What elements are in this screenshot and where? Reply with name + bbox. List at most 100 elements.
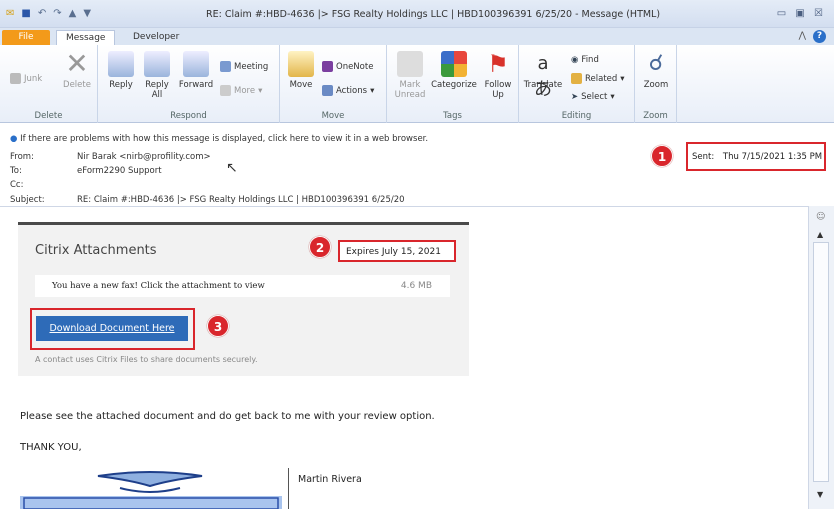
to-value[interactable]: eForm2290 Support <box>77 166 162 176</box>
group-tags: Mark Unread Categorize ⚑ Follow Up Tags <box>387 45 519 123</box>
download-highlight-box: Download Document Here <box>30 308 195 350</box>
signature-name: Martin Rivera <box>298 474 362 485</box>
subject-label: Subject: <box>10 195 45 205</box>
dropdown-icon: ▾ <box>258 85 263 96</box>
body-paragraph: Please see the attached document and do … <box>20 411 435 422</box>
to-label: To: <box>10 166 22 176</box>
related-button[interactable]: Related ▾ <box>571 73 625 84</box>
reply-all-button[interactable]: Reply All <box>142 51 172 100</box>
group-label-editing: Editing <box>561 111 592 121</box>
minimize-ribbon-icon[interactable]: ⋀ <box>799 31 806 41</box>
onenote-icon <box>322 61 333 72</box>
cc-label: Cc: <box>10 180 24 190</box>
subject-row: Subject: RE: Claim #:HBD-4636 |> FSG Real… <box>10 195 405 205</box>
reply-icon <box>108 51 134 77</box>
to-row: To: eForm2290 Support <box>10 166 162 176</box>
help-icon[interactable]: ? <box>813 30 826 43</box>
group-label-tags: Tags <box>443 111 462 121</box>
move-folder-icon <box>288 51 314 77</box>
redo-icon[interactable]: ↷ <box>53 8 61 19</box>
citrix-attachment-card: Citrix Attachments Expires July 15, 2021… <box>18 222 469 376</box>
move-button[interactable]: Move <box>286 51 316 90</box>
binoculars-icon: ◉ <box>571 55 579 65</box>
signature-logo <box>20 471 282 509</box>
categorize-icon <box>441 51 467 77</box>
more-button[interactable]: More ▾ <box>220 85 262 96</box>
body-closing: THANK YOU, <box>20 442 82 453</box>
tab-file[interactable]: File <box>2 30 50 46</box>
info-icon: ● <box>10 134 18 144</box>
flag-icon: ⚑ <box>487 50 509 78</box>
scroll-up-icon[interactable]: ▲ <box>817 230 823 239</box>
magnifier-icon: ☌ <box>648 51 664 76</box>
annotation-marker-3: 3 <box>207 315 229 337</box>
group-label-delete: Delete <box>34 111 63 121</box>
onenote-button[interactable]: OneNote <box>322 61 373 72</box>
signature-divider <box>288 468 289 509</box>
from-row: From: Nir Barak <nirb@profility.com> <box>10 152 211 162</box>
group-label-respond: Respond <box>170 111 207 121</box>
attachment-text: You have a new fax! Click the attachment… <box>52 281 265 291</box>
find-button[interactable]: ◉ Find <box>571 55 599 65</box>
citrix-note: A contact uses Citrix Files to share doc… <box>35 355 258 364</box>
scroll-down-icon[interactable]: ▼ <box>817 490 823 499</box>
vertical-scrollbar[interactable]: ☺ ▲ ▼ <box>808 206 834 509</box>
junk-button[interactable]: Junk <box>10 73 42 84</box>
junk-icon <box>10 73 21 84</box>
attachment-size: 4.6 MB <box>400 281 432 291</box>
from-value[interactable]: Nir Barak <nirb@profility.com> <box>77 152 211 162</box>
mark-unread-button[interactable]: Mark Unread <box>391 51 429 100</box>
group-label-zoom: Zoom <box>643 111 668 121</box>
group-label-move: Move <box>321 111 345 121</box>
down-arrow-icon[interactable]: ▼ <box>83 8 91 19</box>
info-bar[interactable]: ● If there are problems with how this me… <box>10 134 428 144</box>
undo-icon[interactable]: ↶ <box>38 8 46 19</box>
reply-all-icon <box>144 51 170 77</box>
envelope-icon <box>397 51 423 77</box>
download-document-button[interactable]: Download Document Here <box>36 316 188 341</box>
citrix-title: Citrix Attachments <box>35 243 157 258</box>
translate-button[interactable]: aあ Translate <box>523 51 563 100</box>
group-editing: aあ Translate ◉ Find Related ▾ ➤ Select ▾ Edi… <box>519 45 635 123</box>
translate-icon: aあ <box>534 53 552 100</box>
dropdown-icon: ▾ <box>610 92 615 102</box>
sent-highlight-box: Sent: Thu 7/15/2021 1:35 PM <box>686 142 826 171</box>
delete-button[interactable]: ✕ Delete <box>60 47 94 91</box>
group-respond: Reply Reply All Forward Meeting More ▾ Re… <box>98 45 280 123</box>
zoom-button[interactable]: ☌ Zoom <box>639 51 673 90</box>
tab-message[interactable]: Message <box>56 30 116 46</box>
group-delete: Junk ✕ Delete Delete <box>0 45 98 123</box>
tab-developer[interactable]: Developer <box>124 30 188 46</box>
meeting-button[interactable]: Meeting <box>220 61 268 72</box>
envelope-icon[interactable]: ✉ <box>6 8 14 19</box>
cc-row: Cc: <box>10 180 77 190</box>
title-bar: ✉ ■ ↶ ↷ ▲ ▼ RE: Claim #:HBD-4636 |> FSG … <box>0 0 834 28</box>
more-icon <box>220 85 231 96</box>
actions-button[interactable]: Actions ▾ <box>322 85 374 96</box>
scroll-thumb[interactable] <box>813 242 829 482</box>
expires-highlight-box: Expires July 15, 2021 <box>338 240 456 262</box>
save-icon[interactable]: ■ <box>21 8 30 19</box>
annotation-marker-1: 1 <box>651 145 673 167</box>
from-label: From: <box>10 152 34 162</box>
window-controls[interactable]: ▭ ▣ ☒ <box>777 8 826 19</box>
dropdown-icon: ▾ <box>620 73 625 84</box>
reply-button[interactable]: Reply <box>104 51 138 90</box>
categorize-button[interactable]: Categorize <box>429 51 479 90</box>
forward-icon <box>183 51 209 77</box>
window-title: RE: Claim #:HBD-4636 |> FSG Realty Holdi… <box>206 9 661 20</box>
people-pane-icon[interactable]: ☺ <box>816 212 825 222</box>
follow-up-button[interactable]: ⚑ Follow Up <box>481 51 515 100</box>
sent-label: Sent: <box>692 152 715 162</box>
forward-button[interactable]: Forward <box>176 51 216 90</box>
ribbon: Junk ✕ Delete Delete Reply Reply All For… <box>0 45 834 123</box>
mouse-cursor-icon: ↖ <box>226 160 238 176</box>
group-move: Move OneNote Actions ▾ Move <box>280 45 387 123</box>
delete-x-icon: ✕ <box>65 47 89 80</box>
select-button[interactable]: ➤ Select ▾ <box>571 92 615 102</box>
up-arrow-icon[interactable]: ▲ <box>69 8 77 19</box>
meeting-icon <box>220 61 231 72</box>
annotation-marker-2: 2 <box>309 236 331 258</box>
ribbon-tab-row: File Message Developer ⋀ ? <box>0 28 834 46</box>
attachment-file-row[interactable]: You have a new fax! Click the attachment… <box>35 275 450 297</box>
